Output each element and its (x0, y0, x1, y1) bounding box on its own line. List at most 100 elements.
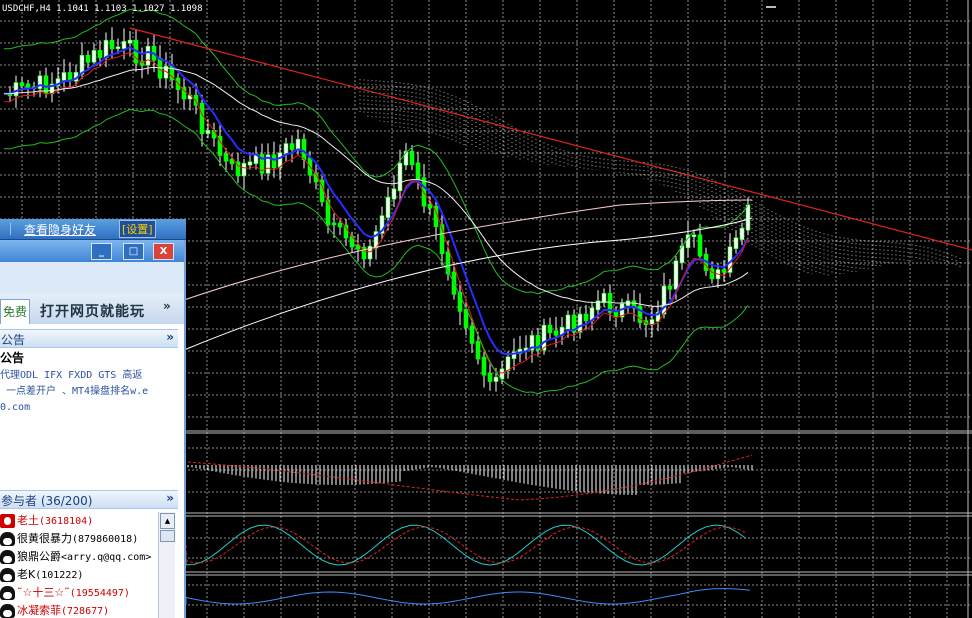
candle-body (469, 325, 475, 344)
candle-body (493, 376, 499, 382)
tab-free[interactable]: 免费 (0, 299, 30, 324)
candle-body (247, 161, 253, 166)
candle-body (19, 82, 25, 87)
chat-titlebar[interactable]: _ □ X (0, 240, 184, 262)
tabs-more-button[interactable]: » (163, 299, 171, 313)
participant-id: (101222) (35, 570, 84, 581)
participants-section-header[interactable]: 参与者 (36/200) » (0, 490, 178, 509)
hidden-friends-bar: 查看隐身好友 [设置] (0, 219, 186, 240)
candle-body (733, 237, 739, 250)
chevron-right-icon[interactable]: » (166, 491, 174, 505)
candle-body (427, 203, 433, 209)
candle-body (295, 138, 301, 150)
candle-body (583, 313, 589, 321)
candle-body (271, 154, 277, 169)
maximize-button[interactable]: □ (123, 243, 144, 260)
candle-body (85, 54, 91, 63)
chat-window: _ □ X 免费 打开网页就能玩 » 公告 » 公告 代理ODL IFX FXD… (0, 240, 186, 618)
close-button[interactable]: X (153, 243, 174, 260)
announcement-line-1: 代理ODL IFX FXDD GTS 高返 (0, 370, 143, 381)
announcement-section-title: 公告 (1, 333, 26, 347)
scroll-up-icon[interactable]: ▲ (160, 513, 175, 529)
candle-body (115, 46, 121, 50)
participant-id: <arry.q@qq.com> (61, 552, 152, 563)
participant-row[interactable]: ˜☆十三☆˜(19554497) (0, 584, 158, 602)
participant-name: ˜☆十三☆˜ (17, 586, 70, 599)
participant-id: (19554497) (69, 588, 130, 599)
candle-body (487, 372, 493, 382)
participant-row[interactable]: 很黄很暴力(879860018) (0, 530, 158, 548)
avatar-icon (0, 568, 15, 582)
announcement-line-2: 一点差开户 、MT4操盘排名w.e (6, 386, 149, 397)
candle-body (109, 39, 115, 50)
participant-scrollbar[interactable]: ▲ (158, 512, 175, 618)
candle-body (241, 162, 247, 177)
macd-histogram (187, 465, 753, 495)
candle-body (337, 222, 343, 228)
candle-body (505, 356, 511, 372)
participant-name: 冰凝索菲 (17, 604, 61, 617)
view-hidden-friends-link[interactable]: 查看隐身好友 (24, 221, 96, 238)
scroll-thumb[interactable] (160, 530, 175, 542)
candle-body (481, 356, 487, 376)
candle-body (61, 72, 67, 81)
candle-body (547, 324, 553, 333)
candle-body (145, 45, 151, 66)
candle-body (301, 138, 307, 160)
candle-body (289, 143, 295, 150)
minimize-button[interactable]: _ (91, 243, 112, 260)
participant-row[interactable]: 老土(3618104) (0, 512, 158, 530)
announcement-section-header[interactable]: 公告 » (0, 329, 178, 348)
candle-body (343, 224, 349, 239)
participant-name: 老土 (17, 514, 39, 527)
candle-body (475, 341, 481, 360)
candle-body (385, 196, 391, 218)
announcement-heading: 公告 (0, 351, 25, 365)
candle-body (13, 82, 19, 97)
candle-body (697, 234, 703, 257)
avatar-icon (0, 550, 15, 564)
participant-id: (728677) (61, 606, 110, 617)
candle-body (445, 251, 451, 275)
candle-body (103, 39, 109, 59)
participant-name: 很黄很暴力 (17, 532, 72, 545)
candle-body (91, 50, 97, 63)
candle-body (415, 162, 421, 180)
settings-button[interactable]: [设置] (119, 220, 156, 238)
chat-tabbar: 免费 打开网页就能玩 » (0, 294, 184, 324)
candle-body (211, 130, 217, 139)
candle-body (565, 314, 571, 330)
participant-name: 老K (17, 568, 36, 581)
candle-body (667, 285, 673, 290)
chart-shift-marker (766, 0, 776, 8)
avatar-icon (0, 604, 15, 618)
participant-name: 狼鼎公爵 (17, 550, 61, 563)
rsi-line (185, 588, 751, 605)
candle-body (331, 222, 337, 226)
participant-row[interactable]: 狼鼎公爵<arry.q@qq.com> (0, 548, 158, 566)
candle-body (127, 39, 133, 44)
trend-line (129, 27, 972, 251)
candle-body (397, 162, 403, 192)
candle-body (673, 260, 679, 290)
participant-row[interactable]: 冰凝索菲(728677) (0, 602, 158, 618)
candle-body (553, 330, 559, 336)
candle-body (739, 227, 745, 240)
avatar-icon (0, 514, 15, 528)
announcement-line-3: 0.com (0, 402, 31, 413)
candle-body (391, 188, 397, 200)
candle-body (721, 269, 727, 273)
participant-row[interactable]: 老K(101222) (0, 566, 158, 584)
tab-open-web[interactable]: 打开网页就能玩 (40, 301, 145, 321)
participant-id: (3618104) (39, 516, 94, 527)
chart-symbol-header: USDCHF,H4 1.1041 1.1103 1.1027 1.1098 (2, 4, 203, 14)
candle-body (577, 313, 583, 333)
participants-section-title: 参与者 (36/200) (1, 494, 93, 508)
announcement-body: 公告 代理ODL IFX FXDD GTS 高返 一点差开户 、MT4操盘排名w… (0, 350, 180, 416)
candle-body (199, 102, 205, 134)
chevron-right-icon[interactable]: » (166, 330, 174, 344)
participant-id: (879860018) (72, 534, 139, 545)
participant-list: 老土(3618104) 很黄很暴力(879860018) 狼鼎公爵<arry.q@q… (0, 512, 158, 618)
candle-body (205, 130, 211, 134)
candle-body (223, 153, 229, 162)
